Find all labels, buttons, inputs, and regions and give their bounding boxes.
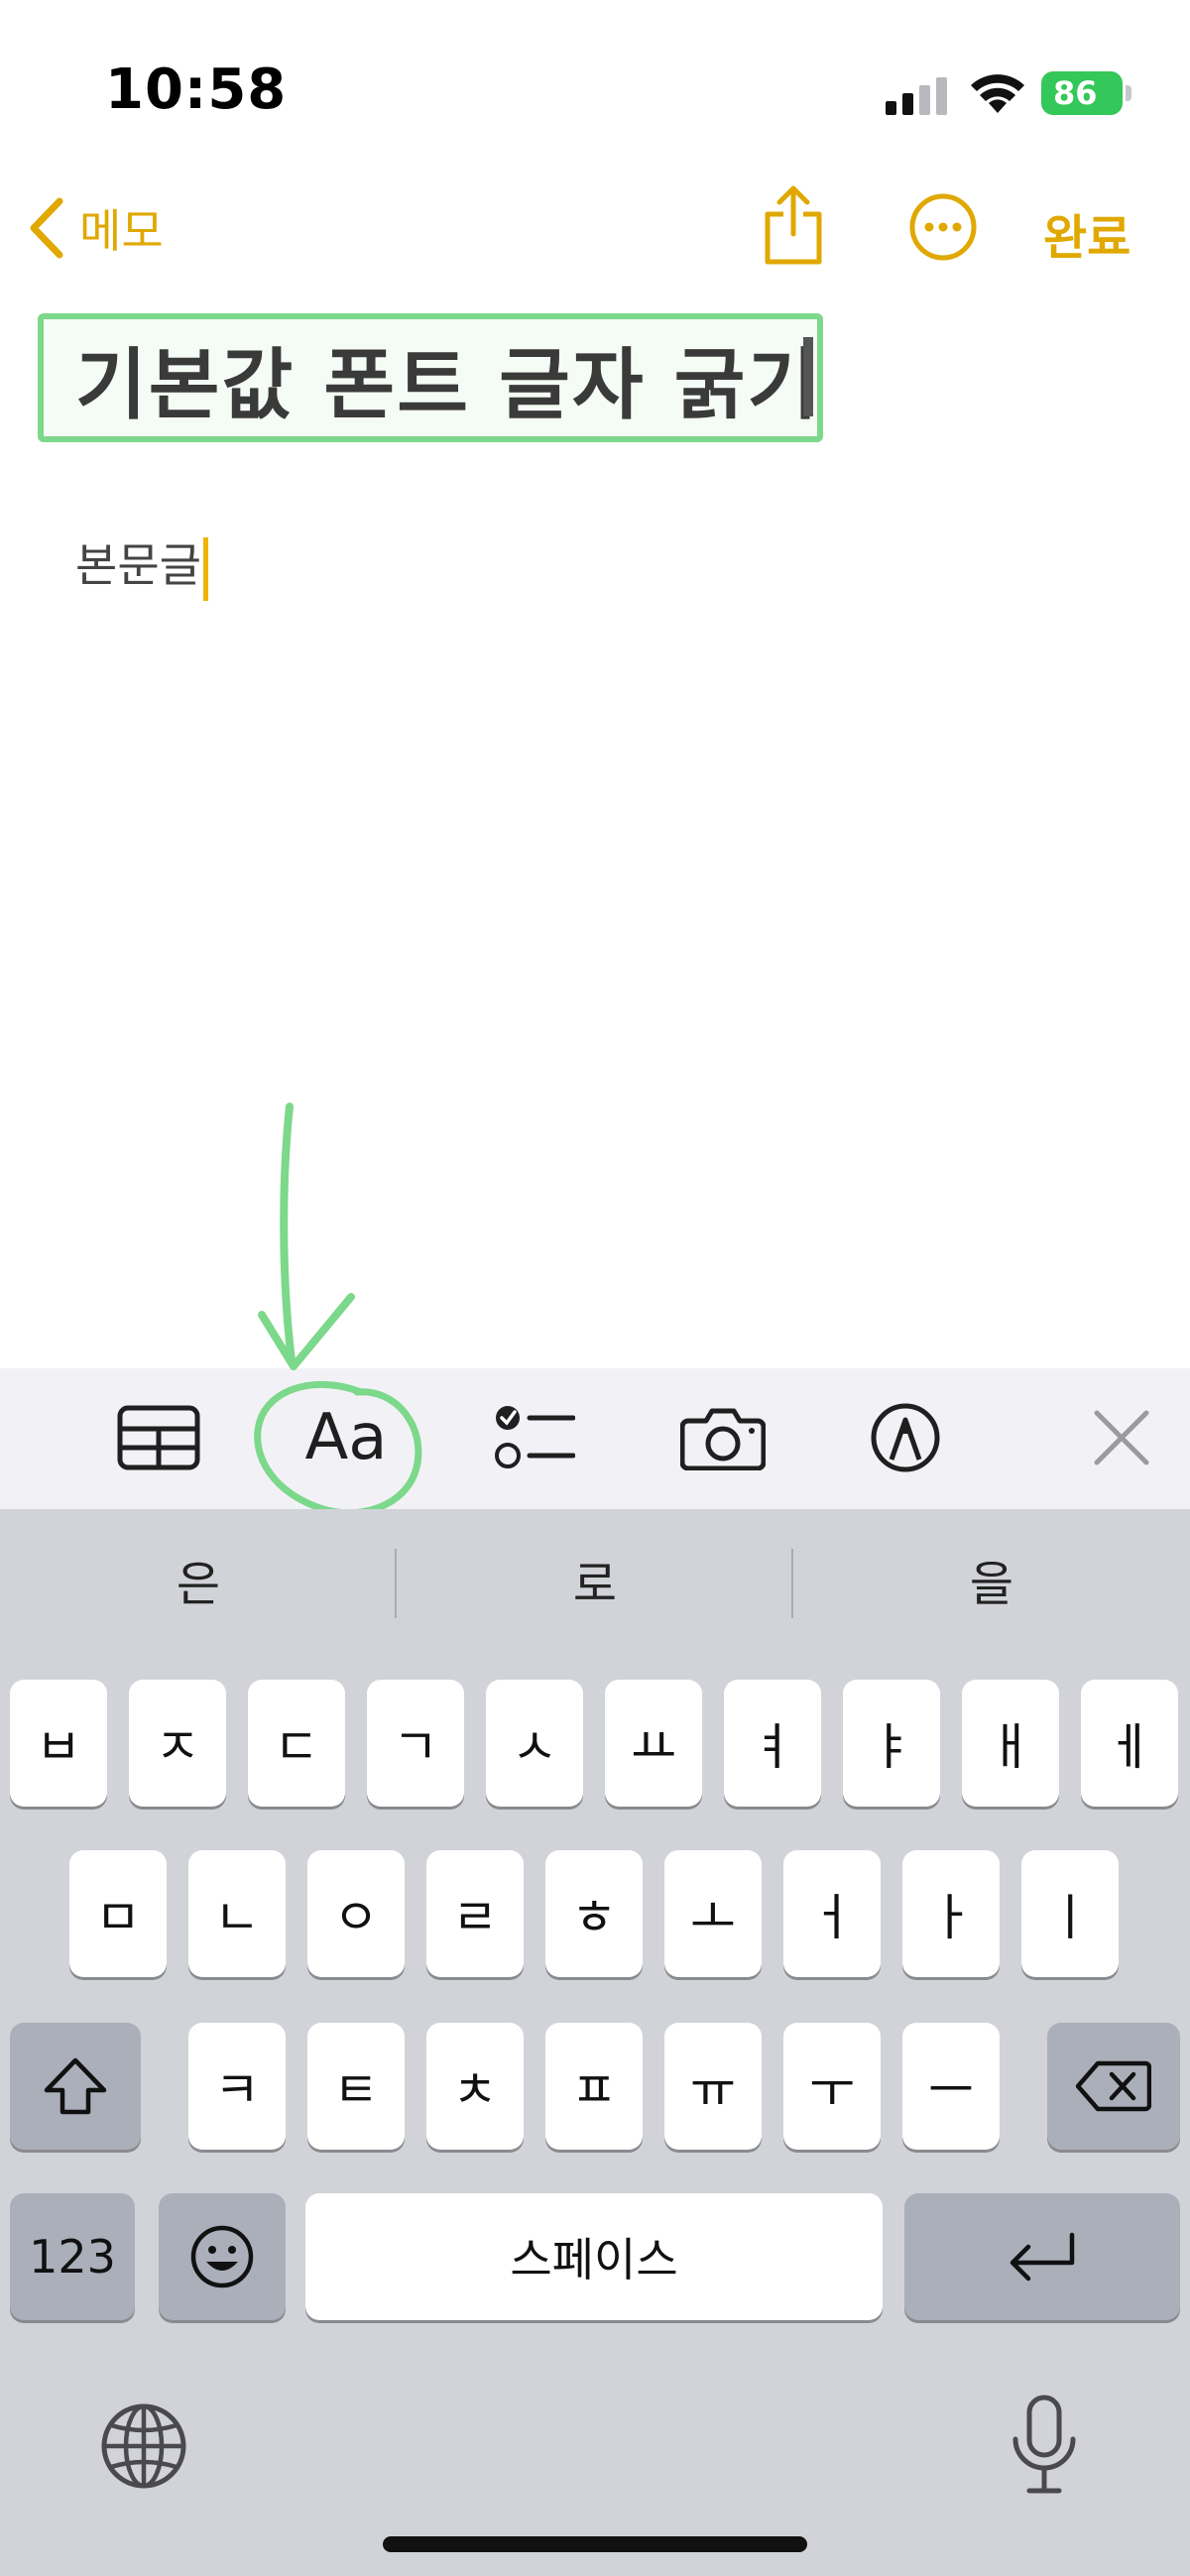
note-body[interactable]: 본문글 (75, 529, 208, 601)
table-icon (117, 1405, 200, 1470)
close-toolbar-button[interactable] (1079, 1398, 1164, 1477)
note-title[interactable]: 기본값 폰트 글자 굵기 (75, 323, 820, 434)
chevron-left-icon (30, 197, 63, 259)
status-bar: 10:58 86 (0, 0, 1190, 149)
notes-screen: 10:58 86 메모 완료 기본값 폰트 글자 굵기 본문글 Aa 은 로 을… (0, 0, 1190, 2576)
battery-cap (1126, 85, 1131, 101)
wifi-icon (971, 74, 1024, 113)
key[interactable]: ㅠ (664, 2023, 762, 2150)
key[interactable]: ㄴ (188, 1850, 286, 1977)
korean-keyboard: 은 로 을 ㅂ ㅈ ㄷ ㄱ ㅅ ㅛ ㅕ ㅑ ㅐ ㅔ ㅁ ㄴ ㅇ ㄹ ㅎ ㅗ ㅓ … (0, 1509, 1190, 2576)
shift-arrow-icon (44, 2057, 107, 2115)
checklist-button[interactable] (492, 1398, 577, 1477)
microphone-icon[interactable] (1010, 2394, 1079, 2497)
key[interactable]: ㅌ (307, 2023, 405, 2150)
navigation-bar: 메모 완료 (0, 178, 1190, 278)
key[interactable]: ㅛ (605, 1680, 702, 1807)
camera-button[interactable] (680, 1398, 766, 1477)
key[interactable]: ㄹ (426, 1850, 524, 1977)
home-indicator (383, 2536, 807, 2552)
numbers-key[interactable]: 123 (10, 2193, 135, 2320)
return-key[interactable] (904, 2193, 1180, 2320)
table-button[interactable] (116, 1398, 201, 1477)
delete-key[interactable] (1047, 2023, 1180, 2150)
close-icon (1094, 1410, 1149, 1465)
key[interactable]: ㅈ (129, 1680, 226, 1807)
camera-icon (680, 1408, 766, 1470)
key[interactable]: ㅔ (1081, 1680, 1178, 1807)
key[interactable]: ㅑ (843, 1680, 940, 1807)
key[interactable]: ㅂ (10, 1680, 107, 1807)
markup-button[interactable] (863, 1398, 948, 1477)
emoji-icon (190, 2225, 254, 2288)
key[interactable]: ㅜ (783, 2023, 881, 2150)
done-button[interactable]: 완료 (1043, 198, 1130, 268)
shift-key[interactable] (10, 2023, 141, 2150)
key[interactable]: ㅋ (188, 2023, 286, 2150)
key[interactable]: ㅇ (307, 1850, 405, 1977)
key[interactable]: ㅎ (545, 1850, 643, 1977)
backspace-icon (1076, 2060, 1151, 2112)
key[interactable]: ㅏ (902, 1850, 1000, 1977)
key[interactable]: ㅊ (426, 2023, 524, 2150)
key[interactable]: ㄱ (367, 1680, 464, 1807)
checklist-icon (495, 1406, 575, 1468)
back-label: 메모 (79, 204, 164, 258)
key[interactable]: ㅓ (783, 1850, 881, 1977)
suggestion-3[interactable]: 을 (793, 1545, 1190, 1614)
key[interactable]: ㄷ (248, 1680, 345, 1807)
status-time: 10:58 (105, 58, 288, 122)
space-key[interactable]: 스페이스 (305, 2193, 883, 2320)
key[interactable]: ㅕ (724, 1680, 821, 1807)
key[interactable]: ㅣ (1021, 1850, 1119, 1977)
suggestion-1[interactable]: 은 (0, 1545, 397, 1614)
note-body-text: 본문글 (75, 538, 201, 592)
key[interactable]: ㅗ (664, 1850, 762, 1977)
key[interactable]: ㅁ (69, 1850, 167, 1977)
annotation-arrow-icon (254, 1103, 422, 1517)
battery-indicator: 86 (1041, 71, 1123, 115)
key[interactable]: ㅡ (902, 2023, 1000, 2150)
share-icon[interactable] (762, 184, 825, 266)
key[interactable]: ㅍ (545, 2023, 643, 2150)
predictive-bar: 은 로 을 (0, 1509, 1190, 1638)
back-button[interactable]: 메모 (28, 188, 164, 268)
key[interactable]: ㅅ (486, 1680, 583, 1807)
formatting-toolbar: Aa (0, 1368, 1190, 1509)
emoji-key[interactable] (159, 2193, 286, 2320)
suggestion-2[interactable]: 로 (397, 1545, 793, 1614)
key[interactable]: ㅐ (962, 1680, 1059, 1807)
markup-icon (871, 1403, 940, 1472)
more-options-icon[interactable] (908, 192, 978, 262)
globe-icon[interactable] (99, 2401, 188, 2491)
return-icon (1010, 2232, 1075, 2282)
title-cursor (803, 337, 813, 416)
cellular-signal-icon (886, 77, 947, 115)
text-cursor (202, 536, 208, 601)
